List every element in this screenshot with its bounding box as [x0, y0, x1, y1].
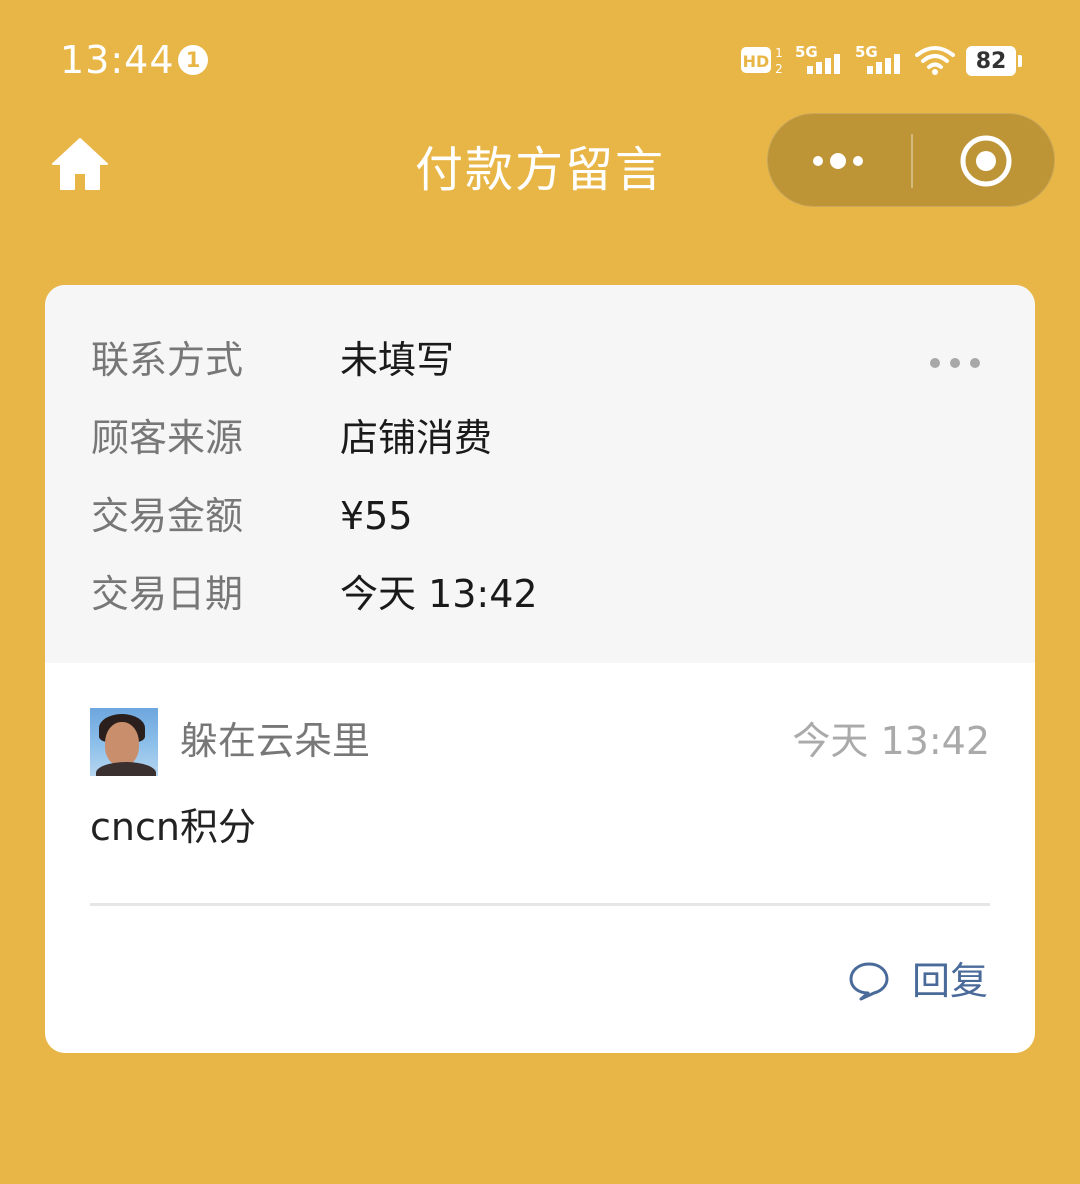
info-row-amount: 交易金额 ¥55: [45, 486, 1035, 546]
comment-time: 今天 13:42: [792, 719, 990, 763]
info-value: ¥55: [340, 494, 413, 538]
signal-5g-icon: 5G: [855, 43, 900, 74]
page: 13:44 1 HD 1 2 5G 5G 82 付款方留言 联系方式 未填写 顾…: [0, 0, 1080, 1184]
info-value: 今天 13:42: [340, 572, 538, 616]
transaction-info: 联系方式 未填写 顾客来源 店铺消费 交易金额 ¥55 交易日期 今天 13:4…: [45, 285, 1035, 663]
status-bar: 13:44 1 HD 1 2 5G 5G 82: [0, 0, 1080, 120]
comment-section: 躲在云朵里 今天 13:42 cncn积分 回复: [45, 663, 1035, 1053]
divider: [90, 903, 990, 906]
reply-button[interactable]: 回复: [845, 951, 995, 1011]
svg-text:HD: HD: [743, 52, 770, 71]
info-label: 交易金额: [91, 494, 244, 538]
more-horizontal-icon[interactable]: [925, 347, 985, 379]
more-dots-icon[interactable]: [798, 114, 910, 208]
capsule-divider: [911, 134, 913, 188]
info-row-contact: 联系方式 未填写: [45, 330, 1035, 390]
svg-text:1: 1: [775, 46, 783, 60]
info-label: 联系方式: [91, 338, 244, 382]
reply-label: 回复: [912, 959, 989, 1003]
info-value: 未填写: [340, 338, 455, 382]
chat-bubble-icon: [849, 962, 889, 1001]
signal-5g-icon: 5G: [795, 43, 840, 74]
svg-text:5G: 5G: [795, 43, 818, 61]
avatar: [90, 708, 158, 776]
battery-icon: 82: [966, 46, 1022, 76]
home-icon[interactable]: [50, 136, 110, 192]
status-time: 13:44: [60, 38, 175, 82]
user-name: 躲在云朵里: [180, 719, 371, 763]
info-value: 店铺消费: [340, 416, 493, 460]
svg-text:5G: 5G: [855, 43, 878, 61]
mini-program-capsule: [767, 113, 1055, 207]
payer-message-card: 联系方式 未填写 顾客来源 店铺消费 交易金额 ¥55 交易日期 今天 13:4…: [45, 285, 1035, 1053]
hd-voice-icon: HD 1 2: [741, 46, 783, 76]
svg-text:2: 2: [775, 62, 783, 76]
target-close-icon[interactable]: [944, 114, 1028, 208]
info-row-source: 顾客来源 店铺消费: [45, 408, 1035, 468]
wifi-icon: [915, 46, 955, 75]
info-label: 交易日期: [91, 572, 244, 616]
comment-text: cncn积分: [90, 805, 256, 849]
info-row-date: 交易日期 今天 13:42: [45, 564, 1035, 624]
info-label: 顾客来源: [91, 416, 244, 460]
notification-badge: 1: [178, 45, 208, 75]
